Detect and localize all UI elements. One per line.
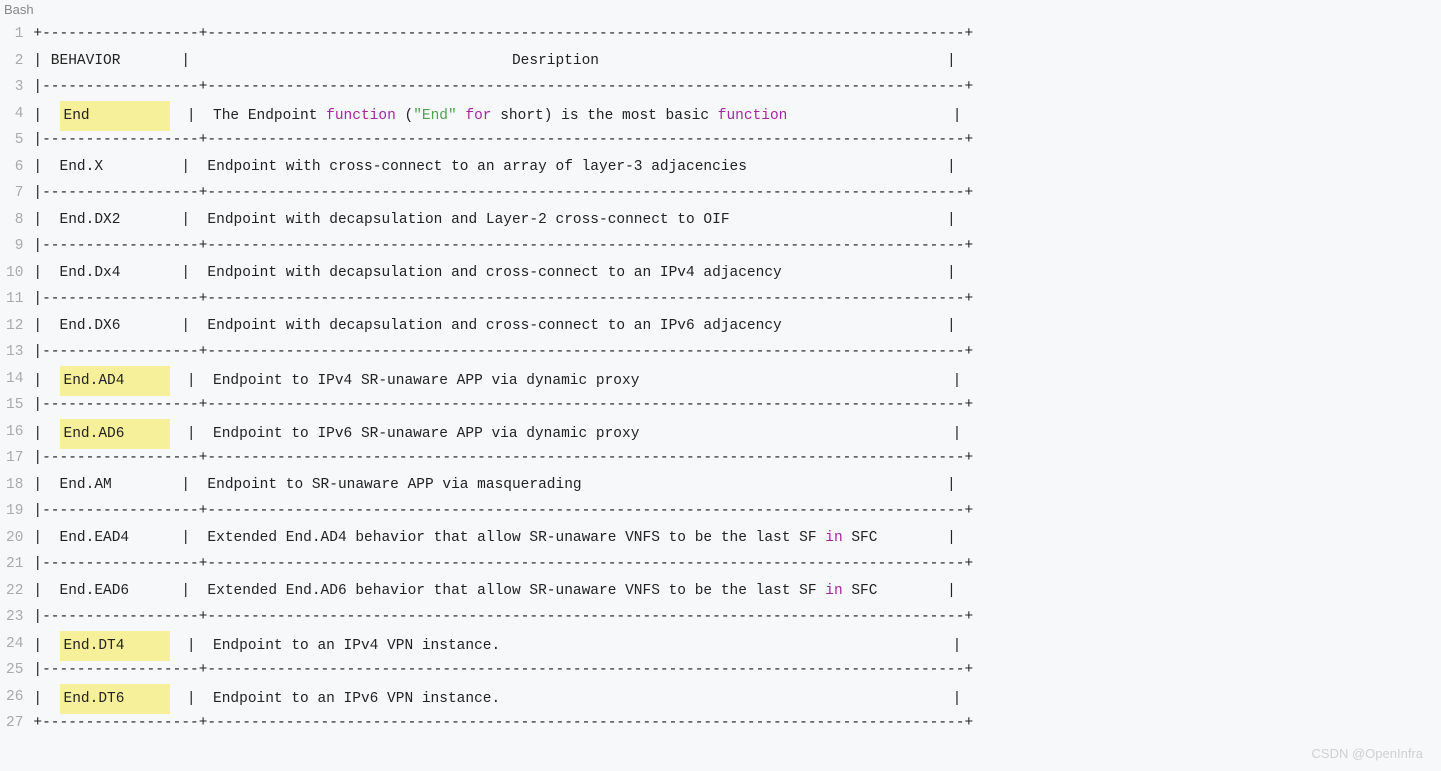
code-line: |------------------+--------------------… <box>33 498 1441 525</box>
code-line: | End.EAD4 | Extended End.AD4 behavior t… <box>33 525 1441 552</box>
line-number: 20 <box>6 525 23 552</box>
code-content: +------------------+--------------------… <box>33 21 1441 737</box>
code-line: |------------------+--------------------… <box>33 127 1441 154</box>
line-number: 10 <box>6 260 23 287</box>
line-number: 2 <box>6 48 23 75</box>
code-line: |------------------+--------------------… <box>33 74 1441 101</box>
line-number: 12 <box>6 313 23 340</box>
language-label: Bash <box>0 0 1441 21</box>
code-line: | BEHAVIOR | Desription | <box>33 48 1441 75</box>
code-line: | End.Dx4 | Endpoint with decapsulation … <box>33 260 1441 287</box>
watermark: CSDN @OpenInfra <box>1312 746 1423 761</box>
code-line: |------------------+--------------------… <box>33 604 1441 631</box>
line-number: 3 <box>6 74 23 101</box>
code-line: |------------------+--------------------… <box>33 180 1441 207</box>
code-line: | End.AD4 | Endpoint to IPv4 SR-unaware … <box>33 366 1441 393</box>
line-number: 19 <box>6 498 23 525</box>
code-line: |------------------+--------------------… <box>33 657 1441 684</box>
code-line: | End.X | Endpoint with cross-connect to… <box>33 154 1441 181</box>
code-line: |------------------+--------------------… <box>33 286 1441 313</box>
code-line: |------------------+--------------------… <box>33 392 1441 419</box>
line-number: 24 <box>6 631 23 658</box>
line-number: 7 <box>6 180 23 207</box>
line-number: 5 <box>6 127 23 154</box>
code-line: | End.DT6 | Endpoint to an IPv6 VPN inst… <box>33 684 1441 711</box>
code-line: +------------------+--------------------… <box>33 21 1441 48</box>
line-number: 14 <box>6 366 23 393</box>
code-line: | End.DX2 | Endpoint with decapsulation … <box>33 207 1441 234</box>
line-number: 8 <box>6 207 23 234</box>
line-number: 1 <box>6 21 23 48</box>
line-number: 15 <box>6 392 23 419</box>
line-number: 11 <box>6 286 23 313</box>
line-number: 25 <box>6 657 23 684</box>
line-number: 22 <box>6 578 23 605</box>
code-line: | End.AM | Endpoint to SR-unaware APP vi… <box>33 472 1441 499</box>
line-number: 16 <box>6 419 23 446</box>
line-number: 26 <box>6 684 23 711</box>
code-line: | End.AD6 | Endpoint to IPv6 SR-unaware … <box>33 419 1441 446</box>
code-block: Bash 12345678910111213141516171819202122… <box>0 0 1441 737</box>
code-line: | End | The Endpoint function ("End" for… <box>33 101 1441 128</box>
line-number: 21 <box>6 551 23 578</box>
code-line: | End.EAD6 | Extended End.AD6 behavior t… <box>33 578 1441 605</box>
line-number: 13 <box>6 339 23 366</box>
line-number: 17 <box>6 445 23 472</box>
line-number-gutter: 1234567891011121314151617181920212223242… <box>0 21 33 737</box>
code-area: 1234567891011121314151617181920212223242… <box>0 21 1441 737</box>
code-line: |------------------+--------------------… <box>33 233 1441 260</box>
code-line: +------------------+--------------------… <box>33 710 1441 737</box>
code-line: | End.DT4 | Endpoint to an IPv4 VPN inst… <box>33 631 1441 658</box>
code-line: |------------------+--------------------… <box>33 445 1441 472</box>
line-number: 23 <box>6 604 23 631</box>
code-line: |------------------+--------------------… <box>33 339 1441 366</box>
line-number: 27 <box>6 710 23 737</box>
line-number: 4 <box>6 101 23 128</box>
code-line: |------------------+--------------------… <box>33 551 1441 578</box>
code-line: | End.DX6 | Endpoint with decapsulation … <box>33 313 1441 340</box>
line-number: 9 <box>6 233 23 260</box>
line-number: 18 <box>6 472 23 499</box>
line-number: 6 <box>6 154 23 181</box>
